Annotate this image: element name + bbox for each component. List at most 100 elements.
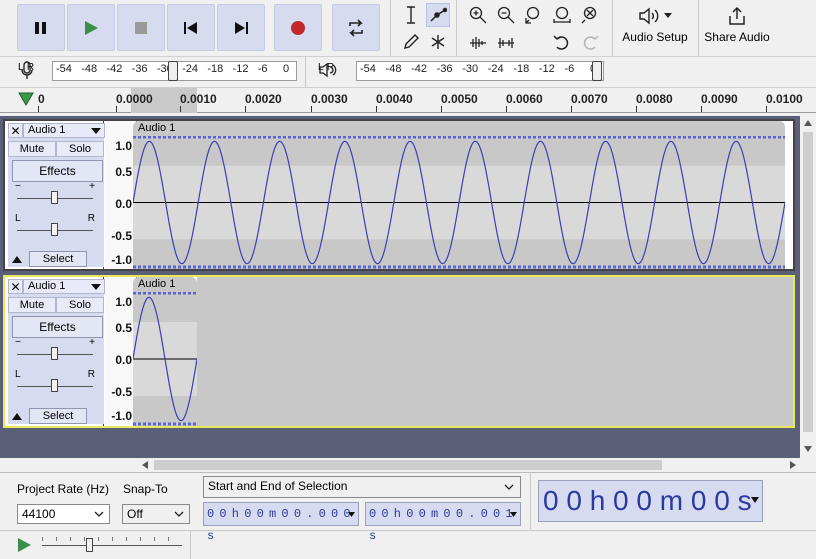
audio-setup-button[interactable]: Audio Setup	[616, 2, 694, 52]
pan-slider[interactable]: L R	[15, 213, 95, 236]
mute-button[interactable]: Mute	[8, 141, 56, 157]
multi-tool[interactable]	[426, 30, 450, 54]
ruler-tick-label: 0.0090	[701, 92, 738, 106]
ruler-tick-mark	[245, 106, 246, 112]
ruler-tick-label: 0	[38, 92, 45, 106]
horizontal-scrollbar[interactable]	[140, 458, 800, 472]
ruler-tick-mark	[376, 106, 377, 112]
play-head-icon[interactable]	[18, 92, 34, 106]
clip-name[interactable]: Audio 1	[133, 277, 175, 291]
draw-tool[interactable]	[399, 30, 423, 54]
project-rate-select[interactable]: 44100	[17, 504, 110, 524]
mute-button[interactable]: Mute	[8, 297, 56, 313]
effects-button[interactable]: Effects	[12, 316, 103, 338]
waveform[interactable]	[133, 136, 785, 269]
pan-slider-thumb[interactable]	[51, 379, 58, 392]
toolbar-separator	[530, 473, 531, 529]
scroll-up-icon[interactable]	[804, 120, 812, 126]
scroll-down-icon[interactable]	[804, 446, 812, 452]
playback-speed-thumb[interactable]	[86, 538, 93, 552]
selection-mode-select[interactable]: Start and End of Selection	[203, 476, 521, 498]
share-audio-button[interactable]: Share Audio	[702, 2, 772, 52]
play-at-speed-icon[interactable]	[16, 537, 32, 553]
skip-to-end-button[interactable]	[217, 4, 265, 51]
skip-to-start-button[interactable]	[167, 4, 215, 51]
fit-project-button[interactable]	[550, 3, 574, 27]
ruler-tick-mark	[116, 106, 117, 112]
gain-slider-thumb[interactable]	[51, 191, 58, 204]
vertical-scrollbar[interactable]	[800, 116, 816, 458]
zoom-in-icon	[469, 6, 487, 24]
zoom-in-button[interactable]	[466, 3, 490, 27]
select-track-button[interactable]: Select	[29, 251, 87, 267]
vertical-scroll-thumb[interactable]	[803, 132, 813, 432]
zoom-out-button[interactable]	[494, 3, 518, 27]
fit-selection-button[interactable]	[522, 3, 546, 27]
undo-button[interactable]	[550, 31, 574, 55]
tools-toolbar	[393, 0, 453, 56]
audio-track-2[interactable]: ✕ Audio 1 Mute Solo Effects − + L R Sele…	[3, 275, 795, 428]
scroll-right-icon[interactable]	[790, 461, 796, 469]
scale-label: -0.5	[111, 229, 132, 243]
ruler-tick-label: 0.0010	[180, 92, 217, 106]
trim-audio-button[interactable]	[466, 31, 490, 55]
collapse-arrow-icon[interactable]	[12, 413, 22, 420]
snap-to-select[interactable]: Off	[122, 504, 190, 524]
skip-end-icon	[235, 21, 248, 34]
timeline-ruler[interactable]: 0 0.0000 0.0010 0.0020 0.0030 0.0040 0.0050 0.0…	[0, 87, 816, 113]
solo-button[interactable]: Solo	[56, 141, 104, 157]
waveform-line	[133, 140, 785, 265]
stop-button[interactable]	[117, 4, 165, 51]
effects-button[interactable]: Effects	[12, 160, 103, 182]
pause-button[interactable]	[17, 4, 65, 51]
meter-tick-label: -36	[131, 63, 148, 75]
ruler-tick-label: 0.0030	[311, 92, 348, 106]
record-meter-slider[interactable]	[168, 61, 178, 81]
ruler-tick-label: 0.0020	[245, 92, 282, 106]
clip-name[interactable]: Audio 1	[133, 121, 175, 135]
track-panel[interactable]: ✕ Audio 1 Mute Solo Effects − + L R Sele…	[0, 116, 800, 458]
solo-button[interactable]: Solo	[56, 297, 104, 313]
horizontal-scroll-thumb[interactable]	[154, 460, 662, 470]
audio-position-time[interactable]: 0 0 h 0 0 m 0 0 s	[538, 480, 763, 522]
project-rate-value: 44100	[22, 507, 56, 521]
silence-audio-button[interactable]	[494, 31, 518, 55]
toolbar-separator	[456, 0, 457, 56]
selection-tool[interactable]	[399, 3, 423, 27]
zoom-toggle-button[interactable]	[578, 3, 602, 27]
track-name-menu[interactable]: Audio 1	[23, 123, 105, 138]
audio-clip[interactable]: Audio 1	[133, 277, 197, 426]
gain-slider[interactable]: − +	[15, 181, 95, 204]
selection-end-time[interactable]: 0 0 h 0 0 m 0 0 . 0 0 1 s	[365, 502, 521, 543]
gain-slider[interactable]: − +	[15, 337, 95, 360]
loop-button[interactable]	[332, 4, 380, 51]
select-track-button[interactable]: Select	[29, 408, 87, 424]
waveform[interactable]	[133, 292, 197, 426]
record-meter[interactable]: L R -54 -48 -42 -36 -30 -24 -18 -12 -6 0	[18, 59, 300, 83]
meter-tick-label: -18	[513, 63, 530, 75]
close-track-button[interactable]: ✕	[8, 123, 23, 138]
play-button[interactable]	[67, 4, 115, 51]
meter-tick-label: -24	[182, 63, 199, 75]
pan-slider[interactable]: L R	[15, 369, 95, 392]
close-track-button[interactable]: ✕	[8, 279, 23, 294]
record-button[interactable]	[274, 4, 322, 51]
empty-track-area[interactable]	[197, 277, 793, 426]
track-name-menu[interactable]: Audio 1	[23, 279, 105, 294]
playback-meter[interactable]: L R -54-48-42-36-30-24-18-12-60	[318, 59, 608, 83]
dropdown-arrow-icon	[91, 284, 101, 290]
envelope-tool[interactable]	[426, 3, 450, 27]
playback-meter-slider[interactable]	[592, 61, 602, 81]
undo-icon	[553, 35, 569, 50]
audio-clip[interactable]: Audio 1	[133, 121, 785, 269]
scroll-left-icon[interactable]	[142, 461, 148, 469]
selection-start-time[interactable]: 0 0 h 0 0 m 0 0 . 0 0 0 s	[203, 502, 359, 543]
collapse-arrow-icon[interactable]	[12, 256, 22, 263]
pan-slider-thumb[interactable]	[51, 223, 58, 236]
dropdown-arrow-icon	[751, 497, 759, 503]
gain-slider-thumb[interactable]	[51, 347, 58, 360]
redo-button[interactable]	[578, 31, 602, 55]
playback-speed-slider[interactable]	[42, 535, 182, 555]
trim-icon	[470, 37, 486, 49]
audio-track-1[interactable]: ✕ Audio 1 Mute Solo Effects − + L R Sele…	[3, 119, 795, 271]
